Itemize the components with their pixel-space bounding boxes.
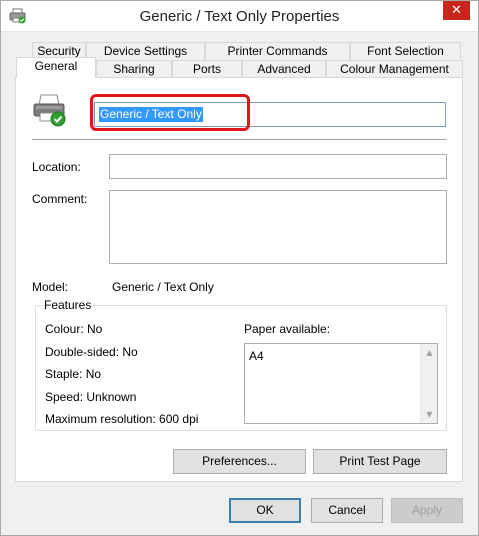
tab-sharing[interactable]: Sharing	[96, 60, 172, 78]
feature-staple: Staple: No	[45, 367, 102, 381]
annotation-highlight-box	[90, 94, 250, 131]
separator	[32, 139, 446, 140]
preferences-button[interactable]: Preferences...	[173, 449, 306, 474]
window-title: Generic / Text Only Properties	[139, 8, 340, 25]
close-button[interactable]: ✕	[443, 1, 470, 20]
title-bar: Generic / Text Only Properties ✕	[1, 1, 478, 32]
scroll-up-icon[interactable]: ▲	[421, 344, 438, 361]
comment-input[interactable]	[109, 190, 447, 264]
location-input[interactable]	[109, 154, 447, 179]
apply-button[interactable]: Apply	[391, 498, 463, 523]
general-tab-panel: Generic / Text Only Location: Comment: M…	[15, 77, 463, 482]
feature-max-resolution: Maximum resolution: 600 dpi	[45, 412, 199, 426]
features-group: Features Colour: No Double-sided: No Sta…	[35, 298, 447, 431]
properties-dialog: Generic / Text Only Properties ✕ Securit…	[0, 0, 479, 536]
feature-speed: Speed: Unknown	[45, 390, 137, 404]
feature-colour: Colour: No	[45, 322, 103, 336]
paper-item-a4[interactable]: A4	[249, 349, 264, 363]
location-label: Location:	[32, 160, 81, 174]
feature-double-sided: Double-sided: No	[45, 345, 138, 359]
print-test-page-button[interactable]: Print Test Page	[313, 449, 447, 474]
tab-colour-management[interactable]: Colour Management	[326, 60, 463, 78]
ok-button[interactable]: OK	[229, 498, 301, 523]
tab-row-back: Security Device Settings Printer Command…	[32, 42, 462, 60]
model-value: Generic / Text Only	[112, 280, 214, 294]
features-legend: Features	[42, 298, 94, 312]
tab-device-settings[interactable]: Device Settings	[86, 42, 205, 60]
printer-check-icon	[33, 94, 66, 127]
tab-ports[interactable]: Ports	[172, 60, 242, 78]
paper-available-label: Paper available:	[244, 322, 331, 336]
tab-font-selection[interactable]: Font Selection	[350, 42, 461, 60]
cancel-button[interactable]: Cancel	[311, 498, 383, 523]
comment-label: Comment:	[32, 192, 88, 206]
paper-list-scrollbar[interactable]: ▲ ▼	[420, 344, 437, 423]
tab-general[interactable]: General	[16, 57, 96, 78]
tab-row-front: General Sharing Ports Advanced Colour Ma…	[16, 57, 463, 78]
model-label: Model:	[32, 280, 69, 294]
tab-printer-commands[interactable]: Printer Commands	[205, 42, 350, 60]
tab-advanced[interactable]: Advanced	[242, 60, 326, 78]
paper-available-list[interactable]: A4 ▲ ▼	[244, 343, 438, 424]
scroll-down-icon[interactable]: ▼	[421, 406, 438, 423]
